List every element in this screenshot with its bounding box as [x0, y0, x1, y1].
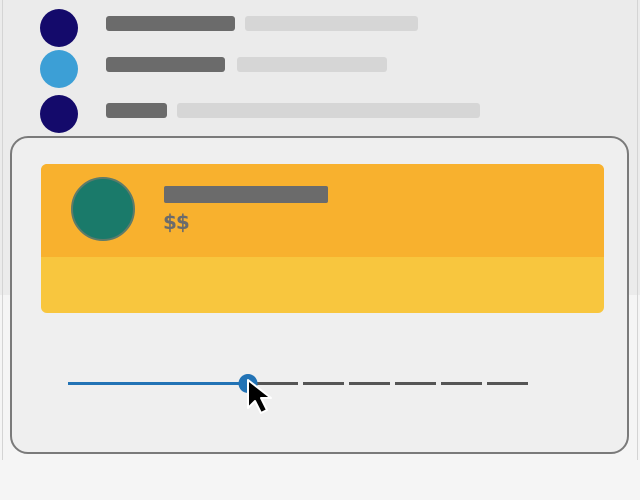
- promo-card[interactable]: $$: [41, 164, 604, 313]
- avatar: [40, 9, 78, 47]
- slider-track-segment: [487, 382, 528, 385]
- slider-track-segment: [303, 382, 344, 385]
- list-item[interactable]: [0, 44, 640, 88]
- slider-track-segment: [395, 382, 436, 385]
- list-item[interactable]: [0, 89, 640, 133]
- list-item[interactable]: [0, 3, 640, 47]
- price-level-label: $$: [163, 210, 190, 234]
- list-item-subtitle-placeholder: [245, 16, 418, 31]
- mouse-cursor-icon: [247, 379, 272, 414]
- slider-fill: [68, 382, 248, 385]
- list-item-title-placeholder: [106, 57, 225, 72]
- avatar: [40, 50, 78, 88]
- promo-avatar: [71, 177, 135, 241]
- list-item-subtitle-placeholder: [177, 103, 480, 118]
- list-item-title-placeholder: [106, 16, 235, 31]
- avatar: [40, 95, 78, 133]
- slider-track-segment: [441, 382, 482, 385]
- price-slider[interactable]: [68, 370, 568, 398]
- slider-track-segment: [349, 382, 390, 385]
- list-item-title-placeholder: [106, 103, 167, 118]
- promo-title-placeholder: [164, 186, 328, 203]
- list-item-subtitle-placeholder: [237, 57, 387, 72]
